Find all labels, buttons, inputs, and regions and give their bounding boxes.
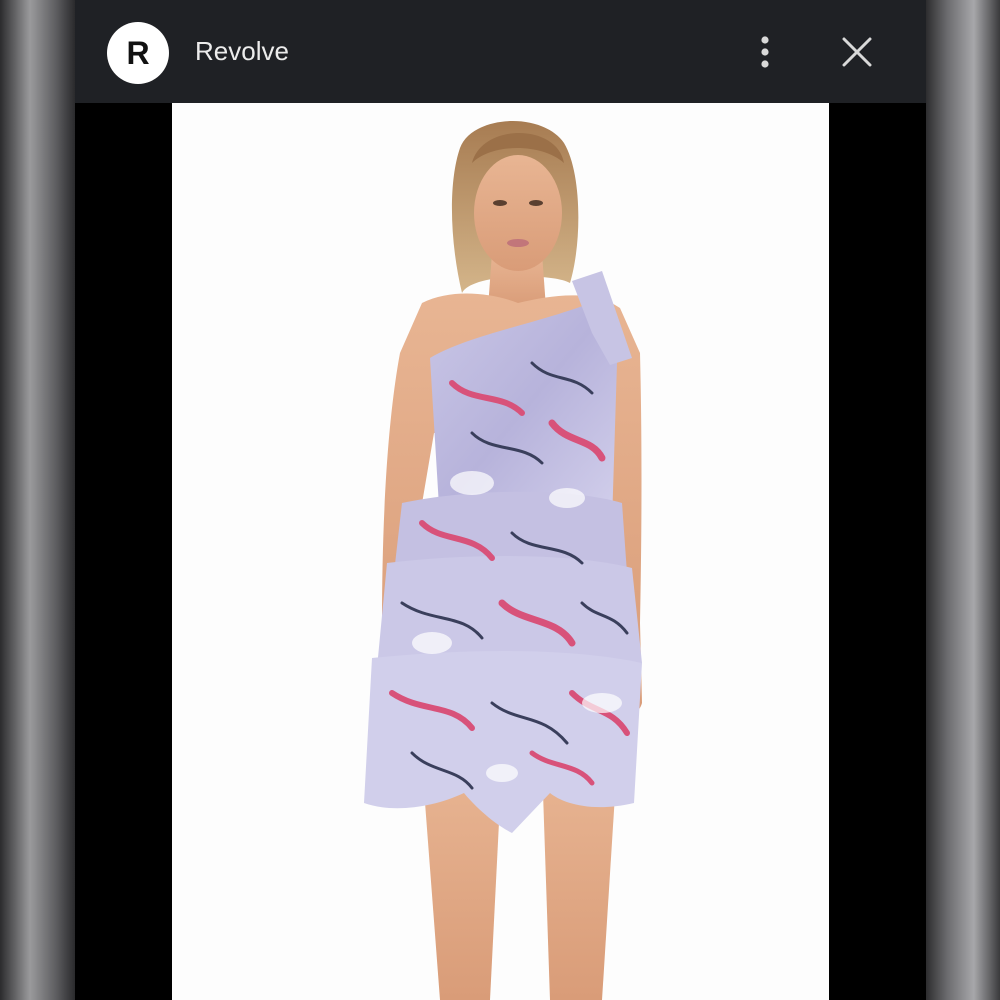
site-avatar[interactable]: R <box>107 22 169 84</box>
site-avatar-letter: R <box>126 35 150 71</box>
product-photo <box>172 103 829 1000</box>
right-blurred-edge <box>925 0 1000 1000</box>
close-icon <box>842 37 872 67</box>
viewer-header: R Revolve <box>75 0 926 103</box>
more-options-button[interactable] <box>747 30 783 74</box>
site-name[interactable]: Revolve <box>195 36 289 67</box>
model-illustration <box>364 121 642 1000</box>
vertical-dots-icon <box>761 36 769 68</box>
close-button[interactable] <box>835 30 879 74</box>
image-viewer: R Revolve <box>75 0 926 1000</box>
left-blurred-edge <box>0 0 75 1000</box>
